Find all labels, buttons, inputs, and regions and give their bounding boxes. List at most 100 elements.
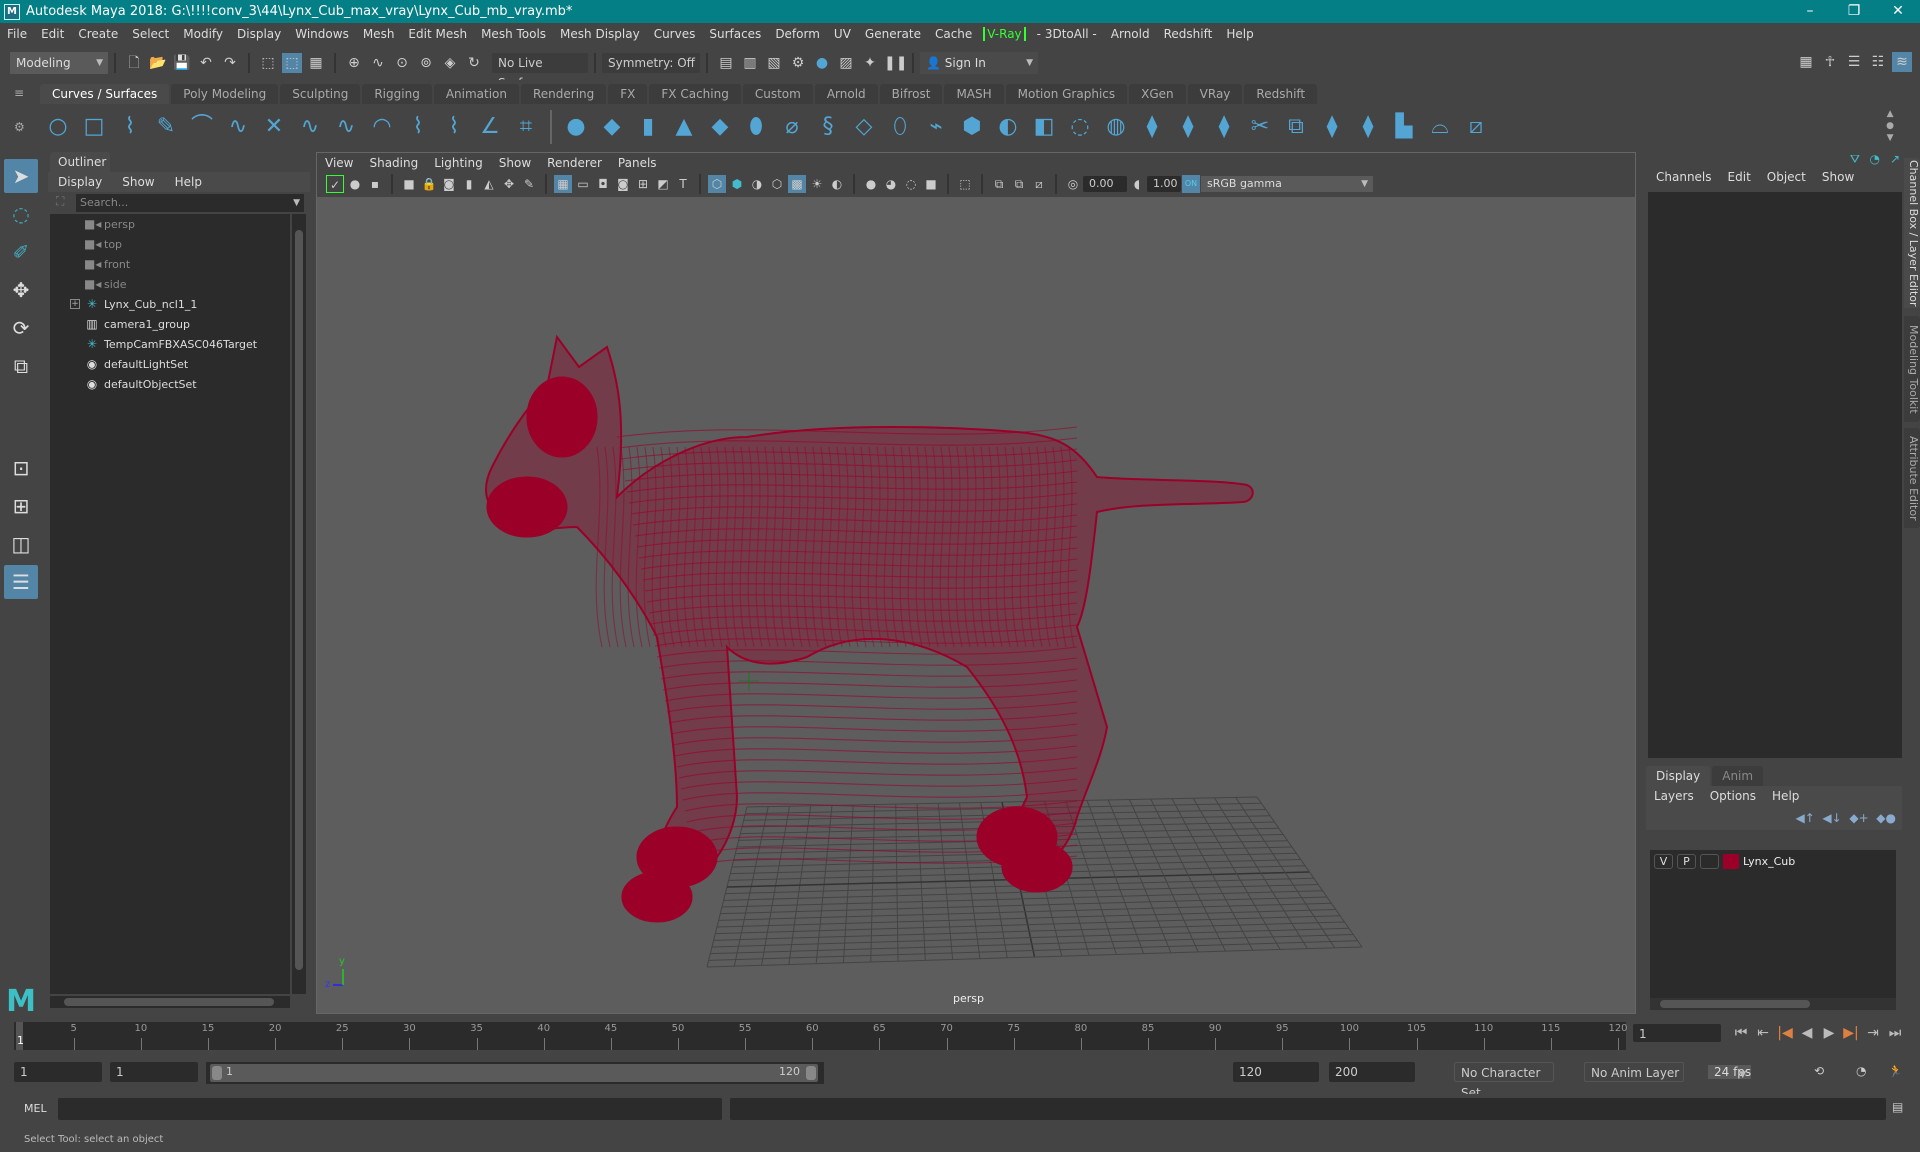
grease-pencil-icon[interactable]: ✎: [520, 175, 538, 193]
layer-horizontal-scrollbar[interactable]: [1650, 998, 1896, 1010]
menuset-dropdown[interactable]: Modeling: [10, 52, 108, 74]
shelf-tab-xgen[interactable]: XGen: [1129, 84, 1186, 104]
xray-joints-icon[interactable]: ⧉: [990, 175, 1008, 193]
animation-end-field[interactable]: 200: [1329, 1062, 1415, 1082]
animation-start-field[interactable]: 1: [14, 1062, 102, 1082]
shelf-tab-fx[interactable]: FX: [608, 84, 648, 104]
outliner-menu-display[interactable]: Display: [48, 175, 112, 189]
shelf-tab-bifrost[interactable]: Bifrost: [879, 84, 943, 104]
gamma-field[interactable]: 1.00: [1147, 176, 1181, 192]
ipr-render-icon[interactable]: ▧: [764, 53, 784, 73]
outliner-vertical-scrollbar[interactable]: [292, 214, 306, 994]
nurbs-square-icon[interactable]: □: [79, 112, 109, 142]
command-input[interactable]: [58, 1098, 722, 1120]
tab-attribute-editor[interactable]: Attribute Editor: [1904, 428, 1920, 528]
paint-select-tool-icon[interactable]: ✐: [4, 235, 38, 269]
snap-grid-icon[interactable]: ⊕: [344, 53, 364, 73]
shelf-tab-poly-modeling[interactable]: Poly Modeling: [171, 84, 279, 104]
viewport-menu-panels[interactable]: Panels: [610, 156, 665, 170]
shelf-tab-fx-caching[interactable]: FX Caching: [649, 84, 741, 104]
nurbs-torus-icon[interactable]: ⬮: [741, 112, 771, 142]
go-to-end-icon[interactable]: ⏭: [1884, 1022, 1906, 1044]
single-perspective-layout-icon[interactable]: ⊡: [4, 451, 38, 485]
menu-display[interactable]: Display: [230, 27, 288, 41]
nurbs-cylinder-icon[interactable]: ▮: [633, 112, 663, 142]
outliner-item[interactable]: ■◂ side: [50, 274, 290, 294]
menu-mesh-display[interactable]: Mesh Display: [553, 27, 647, 41]
live-surface-field[interactable]: No Live Surface: [492, 53, 588, 90]
bevel-plus-icon[interactable]: ⬢: [957, 112, 987, 142]
menu-curves[interactable]: Curves: [647, 27, 703, 41]
menu-modify[interactable]: Modify: [176, 27, 230, 41]
arc-tool-icon[interactable]: ◠: [367, 112, 397, 142]
backface-culling-icon[interactable]: ⧄: [1030, 175, 1048, 193]
extrude-icon[interactable]: ⬯: [885, 112, 915, 142]
menu-redshift[interactable]: Redshift: [1157, 27, 1220, 41]
close-button[interactable]: ✕: [1876, 0, 1920, 23]
outliner-item[interactable]: ◉ defaultLightSet: [50, 354, 290, 374]
menu-generate[interactable]: Generate: [858, 27, 928, 41]
time-slider-bar[interactable]: 5 10 15 20 25 30 35 40 45 50 55 60 65 70 75 80 85 90 95 100…: [14, 1022, 1628, 1050]
color-management-toggle-icon[interactable]: ON: [1182, 175, 1200, 193]
ep-curve-icon[interactable]: ⌒: [187, 112, 217, 142]
motion-blur-icon[interactable]: ◕: [882, 175, 900, 193]
xray-active-components-icon[interactable]: ⧉: [1010, 175, 1028, 193]
shelf-scroll[interactable]: ▲ ● ▼: [1886, 108, 1894, 144]
outliner-horizontal-scrollbar[interactable]: [50, 996, 290, 1008]
viewport-menu-show[interactable]: Show: [491, 156, 539, 170]
layer-color-swatch[interactable]: [1723, 853, 1739, 869]
resolution-gate-icon[interactable]: ◘: [594, 175, 612, 193]
extend-surface-icon[interactable]: ⧫: [1353, 112, 1383, 142]
wireframe-on-shaded-icon[interactable]: ⬡: [768, 175, 786, 193]
open-close-icon[interactable]: ⧉: [1281, 112, 1311, 142]
snap-view-plane-icon[interactable]: ⊚: [416, 53, 436, 73]
rebuild-surface-icon[interactable]: ▙: [1389, 112, 1419, 142]
current-frame-field[interactable]: 1: [1633, 1024, 1721, 1042]
snap-curve-icon[interactable]: ∿: [368, 53, 388, 73]
outliner-item[interactable]: ■◂ front: [50, 254, 290, 274]
viewport-menu-view[interactable]: View: [317, 156, 361, 170]
2d-pan-zoom-icon[interactable]: ✥: [500, 175, 518, 193]
render-history-icon[interactable]: ▤: [716, 53, 736, 73]
step-back-key-icon[interactable]: |◀: [1774, 1022, 1796, 1044]
channel-box-toggle-icon[interactable]: ≋: [1892, 52, 1912, 72]
attribute-editor-icon[interactable]: ☰: [1844, 52, 1864, 72]
anti-aliasing-icon[interactable]: ◌: [902, 175, 920, 193]
menu-file[interactable]: File: [0, 27, 34, 41]
field-chart-icon[interactable]: ⊞: [634, 175, 652, 193]
menu-surfaces[interactable]: Surfaces: [702, 27, 768, 41]
speed-icon[interactable]: ◔: [1870, 152, 1880, 166]
range-slider-bar[interactable]: 1 120: [210, 1064, 818, 1082]
nurbs-cone-icon[interactable]: ▲: [669, 112, 699, 142]
use-all-lights-icon[interactable]: ☀: [808, 175, 826, 193]
camera-settings-icon[interactable]: ◙: [440, 175, 458, 193]
layer-visibility-toggle[interactable]: V: [1654, 853, 1673, 869]
outliner-item[interactable]: + ✳ Lynx_Cub_ncl1_1: [50, 294, 290, 314]
undo-icon[interactable]: ↶: [196, 53, 216, 73]
menu-edit[interactable]: Edit: [34, 27, 71, 41]
move-layer-up-icon[interactable]: ◀↑: [1795, 811, 1814, 825]
step-forward-key-icon[interactable]: ▶|: [1840, 1022, 1862, 1044]
channel-menu-show[interactable]: Show: [1814, 170, 1862, 184]
vray-toggle-icon[interactable]: ✓: [326, 175, 344, 193]
reverse-curve-icon[interactable]: ∠: [475, 112, 505, 142]
isolate-select-icon[interactable]: ⬚: [956, 175, 974, 193]
detach-curves-icon[interactable]: ∿: [331, 112, 361, 142]
shelf-tab-custom[interactable]: Custom: [742, 84, 813, 104]
view-transform-dropdown[interactable]: sRGB gamma: [1201, 176, 1373, 192]
detach-surfaces-icon[interactable]: ✂: [1245, 112, 1275, 142]
viewport-menu-renderer[interactable]: Renderer: [539, 156, 610, 170]
sign-in-dropdown[interactable]: 👤 Sign In: [920, 52, 1038, 74]
shelf-settings-icon[interactable]: ⚙: [14, 120, 25, 134]
play-forwards-icon[interactable]: ▶: [1818, 1022, 1840, 1044]
surface-editing-icon[interactable]: ⧄: [1461, 112, 1491, 142]
symmetry-field[interactable]: Symmetry: Off: [602, 53, 700, 73]
render-frame-icon[interactable]: ▥: [740, 53, 760, 73]
shelf-menu-icon[interactable]: ≡: [14, 86, 24, 100]
revolve-icon[interactable]: ⌀: [777, 112, 807, 142]
tab-modeling-toolkit[interactable]: Modeling Toolkit: [1904, 316, 1920, 422]
outliner-menu-help[interactable]: Help: [165, 175, 212, 189]
outliner-layout-icon[interactable]: ☰: [4, 565, 38, 599]
render-setup-icon[interactable]: ▨: [836, 53, 856, 73]
menu-select[interactable]: Select: [125, 27, 176, 41]
